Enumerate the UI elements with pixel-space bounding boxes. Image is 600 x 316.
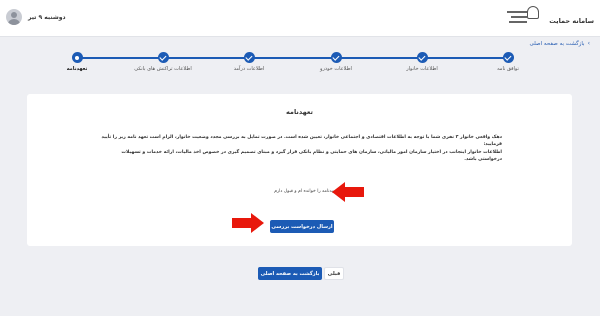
check-icon [330,52,342,63]
check-icon [243,52,255,63]
check-icon [502,52,514,63]
step-label: توافق نامه [497,66,519,72]
step-household: اطلاعات خانوار [392,52,452,72]
step-bank-transactions: اطلاعات تراکنش های بانکی [133,52,193,72]
commitment-card: تعهدنامه دهک واقعی خانوار ۳ نفری شما با … [27,94,572,246]
brand: سامانه حمایت [505,6,594,28]
step-label: اطلاعات خودرو [320,66,352,72]
step-label: اطلاعات درآمد [233,66,265,72]
step-label: اطلاعات تراکنش های بانکی [134,66,192,72]
step-label: اطلاعات خانوار [406,66,438,72]
step-commitment: تعهدنامه [47,52,107,72]
commitment-line-2: اطلاعات خانوار اینجانب در اختیار سازمان … [121,149,502,163]
step-label: تعهدنامه [66,66,88,72]
brand-title: سامانه حمایت [549,17,594,25]
commitment-text: دهک واقعی خانوار ۳ نفری شما با توجه به ا… [97,134,502,163]
commitment-title: تعهدنامه [285,108,313,116]
chevron-right-icon: › [587,40,590,47]
annotation-arrow-right-icon [232,213,264,233]
top-header: سامانه حمایت دوشنبه ۹ تیر [0,0,600,37]
back-to-home-link[interactable]: › بازگشت به صفحه اصلی [530,40,590,47]
check-icon [416,52,428,63]
check-icon [157,52,169,63]
avatar-icon[interactable] [6,9,22,25]
step-vehicle: اطلاعات خودرو [306,52,366,72]
user-area[interactable]: دوشنبه ۹ تیر [6,9,66,25]
previous-button[interactable]: قبلی [324,267,344,280]
step-current-icon [71,52,83,63]
submit-review-button[interactable]: ارسال درخواست بررسی [270,220,334,233]
annotation-arrow-left-icon [332,182,364,202]
back-to-home-label: بازگشت به صفحه اصلی [529,40,585,47]
emblem-logo-icon [505,6,540,28]
progress-stepper: تعهدنامه اطلاعات تراکنش های بانکی اطلاعا… [67,52,519,76]
date-label: دوشنبه ۹ تیر [28,13,66,21]
step-agreement: توافق نامه [478,52,538,72]
commitment-line-1: دهک واقعی خانوار ۳ نفری شما با توجه به ا… [101,135,502,148]
step-income: اطلاعات درآمد [219,52,279,72]
back-to-home-button[interactable]: بازگشت به صفحه اصلی [258,267,322,280]
